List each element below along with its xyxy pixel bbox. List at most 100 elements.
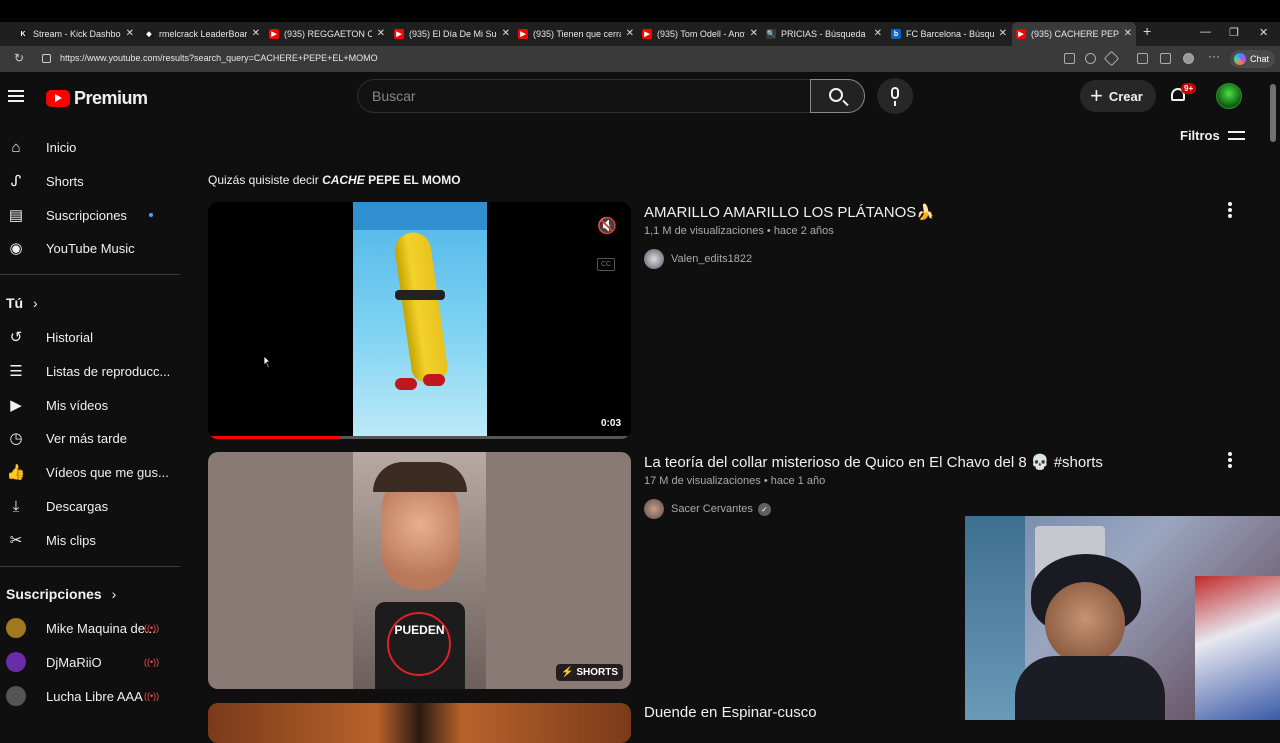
sidebar-subscription[interactable]: DjMaRiiO ((•)) (0, 645, 180, 679)
reload-icon[interactable]: ↻ (14, 51, 24, 65)
mute-icon[interactable]: 🔇 (597, 216, 617, 236)
sidebar-item[interactable]: ↺ Historial (0, 320, 180, 354)
browser-tab[interactable]: ▶ (935) CACHERE PEPE EL ✕ (1012, 22, 1136, 46)
hamburger-menu-icon[interactable] (8, 90, 24, 102)
minimize-button[interactable]: — (1200, 26, 1211, 38)
page-scrollbar[interactable] (1270, 84, 1276, 142)
person-body (1015, 656, 1165, 720)
sunglasses (395, 290, 445, 300)
more-actions-icon[interactable] (1226, 452, 1234, 468)
tab-close-icon[interactable]: ✕ (1124, 28, 1132, 39)
more-options-icon[interactable]: ··· (1208, 49, 1220, 63)
tab-close-icon[interactable]: ✕ (750, 28, 758, 39)
liked-icon: 👍 (6, 464, 26, 481)
sidebar-item-label: Listas de reproducc... (46, 363, 171, 379)
browser-tab[interactable]: ▶ (935) El Día De Mi Suerte ✕ (390, 22, 514, 46)
sidebar-item[interactable]: ᔑ Shorts (0, 164, 180, 198)
tab-favicon-icon: ▶ (394, 29, 404, 39)
video-title-2[interactable]: La teoría del collar misterioso de Quico… (644, 453, 1103, 471)
channel-link-2[interactable]: Sacer Cervantes ✓ (644, 499, 771, 519)
browser-tab[interactable]: 🔍 PRICIAS - Búsqueda ✕ (762, 22, 886, 46)
app-icon[interactable] (1064, 53, 1075, 64)
new-tab-button[interactable]: + (1143, 23, 1151, 39)
site-info-icon[interactable] (42, 54, 51, 63)
browser-tab[interactable]: ▶ (935) REGGAETON CLÁSICO ✕ (265, 22, 389, 46)
maximize-button[interactable]: ❐ (1229, 26, 1239, 39)
sidebar-section-you[interactable]: Tú › (6, 295, 38, 311)
video-meta-2: 17 M de visualizaciones • hace 1 año (644, 475, 826, 487)
search-button[interactable] (810, 79, 865, 113)
sidebar-divider (0, 566, 180, 567)
profile-icon[interactable] (1183, 53, 1194, 64)
shorts-badge-label: SHORTS (576, 667, 618, 678)
banana-character (392, 230, 450, 384)
tab-favicon-icon: ▶ (642, 29, 652, 39)
browser-tab[interactable]: b FC Barcelona - Búsqueda ✕ (887, 22, 1011, 46)
video-title-1[interactable]: AMARILLO AMARILLO LOS PLÁTANOS🍌 (644, 203, 935, 221)
channel-avatar (644, 249, 664, 269)
create-button[interactable]: + Crear (1080, 80, 1156, 112)
url-field[interactable]: https://www.youtube.com/results?search_q… (60, 53, 378, 63)
extensions-icon[interactable] (1137, 53, 1148, 64)
copilot-chat-button[interactable]: Chat (1230, 50, 1276, 68)
browser-tab[interactable]: ◆ rmelcrack LeaderBoard ✕ (140, 22, 264, 46)
captions-icon[interactable]: CC (597, 258, 615, 271)
video-meta-1: 1,1 M de visualizaciones • hace 2 años (644, 225, 834, 237)
youtube-play-icon (46, 90, 70, 107)
video-title-3[interactable]: Duende en Espinar-cusco (644, 704, 817, 721)
filters-button[interactable]: Filtros (1180, 128, 1245, 143)
sidebar-item[interactable]: ☰ Listas de reproducc... (0, 354, 180, 388)
verified-check-icon: ✓ (757, 502, 771, 516)
video-thumbnail-1[interactable]: 🔇 CC 0:03 (208, 202, 631, 439)
sidebar-item[interactable]: ✂ Mis clips (0, 523, 180, 557)
tab-favicon-icon: 🔍 (766, 29, 776, 39)
sidebar-item-label: Mis clips (46, 532, 96, 548)
browser-tab[interactable]: ▶ (935) Tom Odell - Another ✕ (638, 22, 762, 46)
sidebar-item[interactable]: 👍 Vídeos que me gus... (0, 455, 180, 489)
browser-tab[interactable]: K Stream - Kick Dashboard ✕ (14, 22, 138, 46)
person-face (1045, 582, 1125, 664)
did-you-mean[interactable]: Quizás quisiste decir CACHE PEPE EL MOMO (208, 173, 461, 187)
more-actions-icon[interactable] (1226, 202, 1234, 218)
shorts-badge: ⚡ SHORTS (556, 664, 623, 681)
video-frame: PUEDEN (353, 452, 486, 689)
tab-close-icon[interactable]: ✕ (502, 28, 510, 39)
sidebar-item[interactable]: ⌂ Inicio (0, 130, 180, 164)
tab-favicon-icon: ▶ (269, 29, 279, 39)
sidebar-item[interactable]: ▶ Mis vídeos (0, 388, 180, 422)
sidebar-item-label: Lucha Libre AAA (46, 688, 143, 704)
sidebar-item[interactable]: ◉ YouTube Music (0, 231, 180, 265)
favorite-star-icon[interactable] (1103, 50, 1120, 67)
tab-title: Stream - Kick Dashboard (33, 29, 121, 39)
voice-search-button[interactable] (877, 78, 913, 114)
chevron-right-icon: › (111, 586, 117, 602)
tab-title: (935) REGGAETON CLÁSICO (284, 29, 372, 39)
sidebar-item[interactable]: ▤ Suscripciones (0, 198, 180, 232)
sidebar-item[interactable]: ⤓ Descargas (0, 489, 180, 523)
search-input[interactable] (358, 80, 811, 112)
sidebar-subscription[interactable]: Mike Maquina de... ((•)) (0, 611, 180, 645)
tab-close-icon[interactable]: ✕ (999, 28, 1007, 39)
channel-link-1[interactable]: Valen_edits1822 (644, 249, 752, 269)
tab-close-icon[interactable]: ✕ (252, 28, 260, 39)
webcam-overlay (965, 516, 1280, 720)
search-box (357, 79, 811, 113)
sidebar-section-subscriptions[interactable]: Suscripciones › (6, 586, 116, 602)
tab-close-icon[interactable]: ✕ (377, 28, 385, 39)
favorites-icon[interactable] (1160, 53, 1171, 64)
shorts-icon: ᔑ (10, 173, 22, 190)
playback-progress-bar[interactable] (208, 436, 631, 439)
tab-close-icon[interactable]: ✕ (874, 28, 882, 39)
video-thumbnail-2[interactable]: PUEDEN ⚡ SHORTS (208, 452, 631, 689)
history-icon: ↺ (9, 329, 23, 346)
sidebar-item[interactable]: ◷ Ver más tarde (0, 421, 180, 455)
tab-close-icon[interactable]: ✕ (626, 28, 634, 39)
youtube-premium-logo[interactable]: Premium (46, 88, 148, 109)
close-window-button[interactable]: ✕ (1259, 26, 1268, 39)
account-avatar[interactable] (1216, 83, 1242, 109)
sidebar-subscription[interactable]: Lucha Libre AAA ((•)) (0, 679, 180, 713)
zoom-icon[interactable] (1085, 53, 1096, 64)
tab-close-icon[interactable]: ✕ (126, 28, 134, 39)
video-thumbnail-3[interactable] (208, 703, 631, 743)
browser-tab[interactable]: ▶ (935) Tienen que cerrar ✕ (514, 22, 638, 46)
